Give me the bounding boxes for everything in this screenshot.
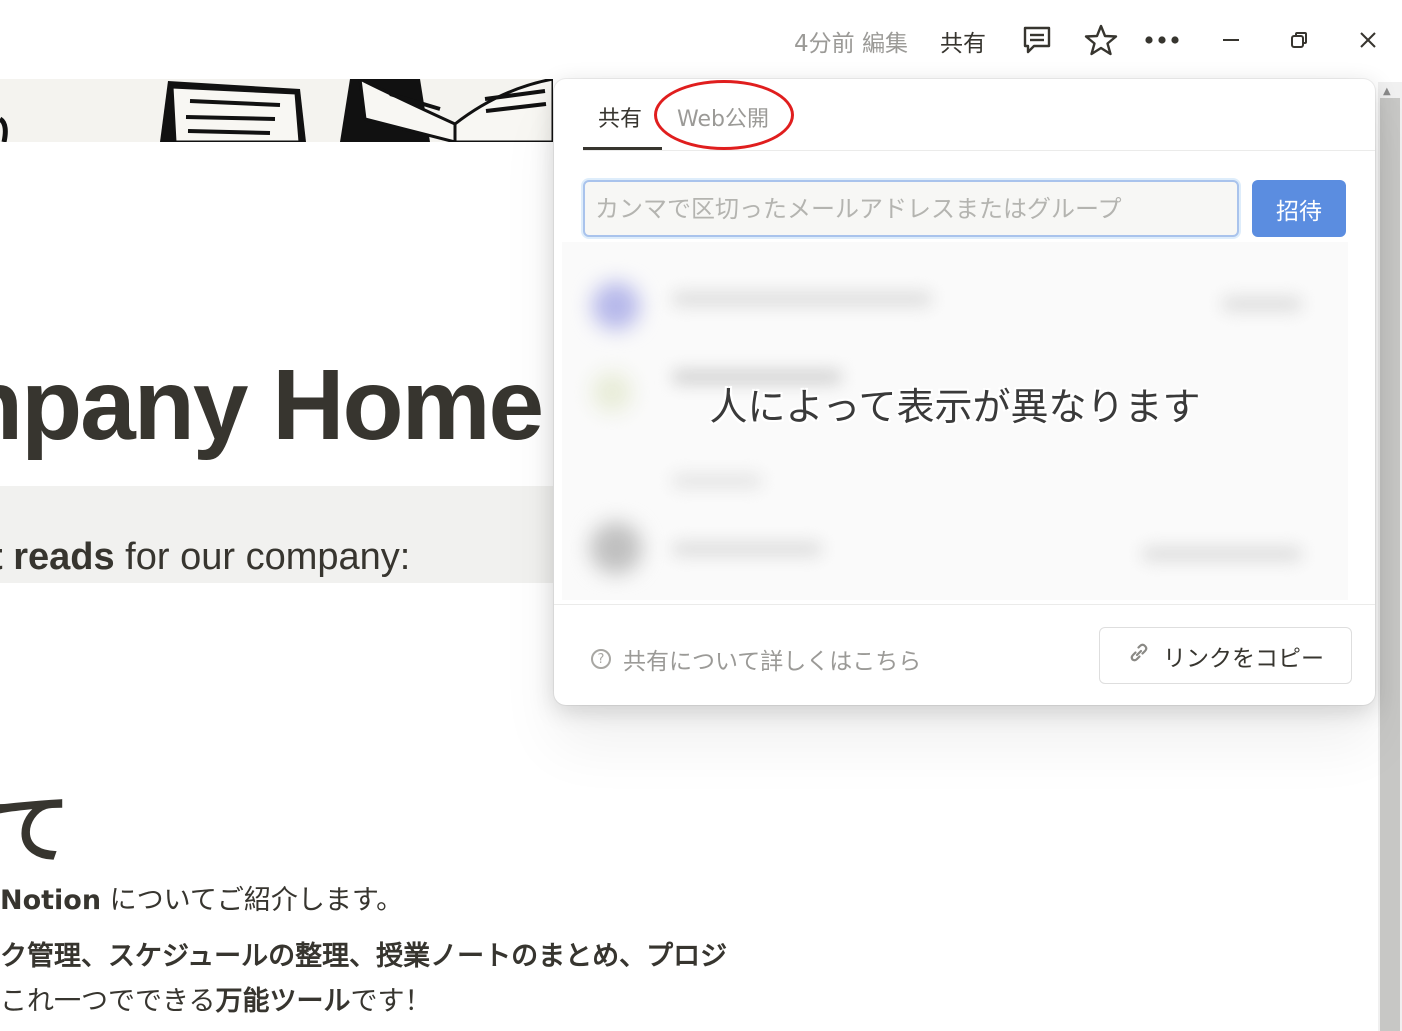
summary-paragraph: これ一つでできる万能ツールです！ (0, 986, 432, 1017)
member-avatar (590, 522, 642, 574)
help-icon: ? (591, 649, 611, 669)
member-name-placeholder (672, 542, 822, 556)
member-avatar (592, 282, 640, 330)
invite-button[interactable]: 招待 (1252, 180, 1346, 237)
page-title: npany Home (0, 349, 544, 461)
learn-more-link[interactable]: ? 共有について詳しくはこちら (591, 642, 921, 676)
email-invite-input[interactable] (583, 180, 1239, 237)
feature-paragraph: ク管理、スケジュールの整理、授業ノートのまとめ、プロジ (0, 941, 728, 972)
section-heading: て (0, 785, 70, 874)
learn-more-label: 共有について詳しくはこちら (623, 649, 922, 675)
link-icon (1127, 641, 1151, 671)
member-name-placeholder (672, 292, 932, 306)
share-button[interactable]: 共有 (940, 24, 986, 58)
comment-icon[interactable] (1019, 22, 1055, 58)
members-note: 人によって表示が異なります (709, 385, 1201, 429)
tab-divider (583, 150, 1375, 151)
share-popup: 共有 Web公開 招待 人によって表示が異なります ? 共有について詳しくはこち… (554, 79, 1375, 705)
close-icon[interactable] (1350, 22, 1386, 58)
minimize-icon[interactable] (1213, 22, 1249, 58)
intro-paragraph: Notion についてご紹介します。 (0, 885, 404, 916)
last-edited-label: 4分前 編集 (794, 31, 908, 57)
cover-image (0, 79, 553, 142)
members-list-blurred: 人によって表示が異なります (562, 242, 1348, 600)
member-role-placeholder (1222, 297, 1302, 311)
callout-text: t reads for our company: (0, 536, 411, 578)
more-icon[interactable] (1144, 22, 1180, 58)
footer-divider (554, 604, 1375, 605)
copy-link-button[interactable]: リンクをコピー (1099, 627, 1352, 684)
scrollbar-thumb[interactable] (1380, 98, 1400, 1031)
copy-link-label: リンクをコピー (1163, 645, 1324, 672)
star-icon[interactable] (1083, 22, 1119, 58)
member-role-placeholder (1142, 547, 1302, 561)
member-name-placeholder (672, 474, 762, 488)
top-bar: 4分前 編集 共有 (0, 0, 1402, 78)
restore-icon[interactable] (1281, 22, 1317, 58)
tab-share[interactable]: 共有 (598, 101, 642, 133)
scroll-up-arrow-icon[interactable]: ▲ (1383, 86, 1391, 97)
tab-publish-web[interactable]: Web公開 (677, 101, 769, 133)
